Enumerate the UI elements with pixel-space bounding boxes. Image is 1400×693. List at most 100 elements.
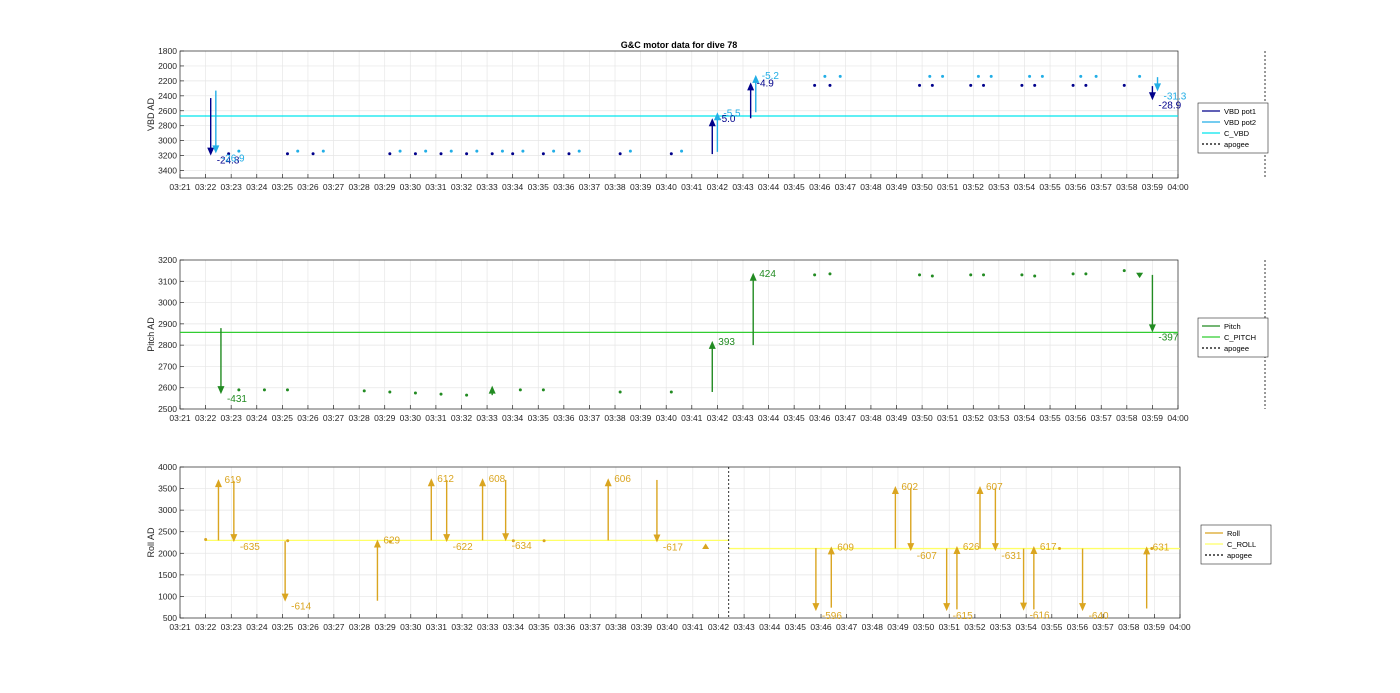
- x-tick-label: 03:34: [503, 622, 525, 632]
- x-tick-label: 03:50: [911, 182, 933, 192]
- data-point: [969, 83, 973, 87]
- data-point: [1057, 547, 1061, 551]
- x-tick-label: 03:37: [580, 622, 602, 632]
- x-tick-label: 03:22: [195, 182, 217, 192]
- arrow-head: [1030, 545, 1038, 554]
- x-tick-label: 03:32: [451, 622, 473, 632]
- legend-entry: apogee: [1224, 344, 1249, 353]
- data-point: [1084, 83, 1088, 87]
- x-tick-label: 03:59: [1142, 413, 1164, 423]
- legend-entry: apogee: [1224, 140, 1249, 149]
- x-tick-label: 03:42: [707, 413, 729, 423]
- data-point: [618, 152, 622, 156]
- data-point: [1094, 74, 1098, 78]
- x-tick-label: 03:49: [886, 182, 908, 192]
- annotation-label: -617: [663, 543, 683, 554]
- data-point: [541, 388, 545, 392]
- x-tick-label: 03:46: [809, 182, 831, 192]
- legend-entry: Roll: [1227, 529, 1240, 538]
- y-tick-label: 2700: [158, 361, 177, 371]
- annotation-label: -616: [1030, 611, 1050, 622]
- x-tick-label: 03:54: [1014, 413, 1036, 423]
- x-tick-label: 03:36: [554, 622, 576, 632]
- arrow-head: [604, 478, 612, 487]
- annotation-label: -5.2: [762, 71, 780, 82]
- data-point: [552, 149, 556, 153]
- y-tick-label: 500: [163, 613, 177, 623]
- data-point: [465, 393, 469, 397]
- data-point: [449, 149, 453, 153]
- x-tick-label: 03:49: [887, 622, 909, 632]
- data-point: [1071, 83, 1075, 87]
- x-tick-label: 03:22: [195, 622, 217, 632]
- annotation-label: -26.9: [222, 153, 245, 164]
- arrow-head: [427, 478, 435, 487]
- annotation-label: -607: [917, 551, 937, 562]
- x-tick-label: 03:54: [1014, 182, 1036, 192]
- x-tick-label: 03:58: [1118, 622, 1140, 632]
- x-tick-label: 04:00: [1167, 182, 1189, 192]
- x-tick-label: 03:50: [913, 622, 935, 632]
- x-tick-label: 03:32: [451, 182, 473, 192]
- x-tick-label: 03:57: [1091, 413, 1113, 423]
- x-tick-label: 03:58: [1116, 182, 1138, 192]
- data-point: [388, 152, 392, 156]
- x-tick-label: 03:28: [349, 622, 371, 632]
- y-tick-label: 2600: [158, 383, 177, 393]
- x-tick-label: 03:49: [886, 413, 908, 423]
- data-point: [628, 149, 632, 153]
- x-tick-label: 03:54: [1016, 622, 1038, 632]
- data-point: [828, 272, 832, 276]
- x-tick-label: 03:42: [707, 182, 729, 192]
- y-tick-label: 2600: [158, 106, 177, 116]
- x-tick-label: 03:40: [657, 622, 679, 632]
- y-tick-label: 1800: [158, 46, 177, 56]
- data-point: [1122, 83, 1126, 87]
- arrow-head: [812, 603, 820, 612]
- x-tick-label: 03:31: [425, 182, 447, 192]
- data-point: [424, 149, 428, 153]
- y-axis-label: Pitch AD: [146, 317, 156, 352]
- x-tick-label: 03:39: [630, 182, 652, 192]
- data-point: [1033, 83, 1037, 87]
- data-point: [511, 152, 515, 156]
- legend-entry: C_PITCH: [1224, 333, 1256, 342]
- arrow-head: [749, 272, 757, 281]
- data-point: [1138, 74, 1142, 78]
- annotation-label: 626: [963, 542, 980, 553]
- figure: G&C motor data for dive 78 03:21 03:22 03:…: [146, 40, 1272, 632]
- annotation-label: -635: [240, 542, 260, 553]
- x-tick-label: 03:37: [579, 182, 601, 192]
- x-tick-label: 03:24: [246, 622, 268, 632]
- data-point: [413, 152, 417, 156]
- y-tick-label: 2200: [158, 76, 177, 86]
- x-tick-label: 03:36: [553, 413, 575, 423]
- x-tick-label: 03:43: [732, 413, 754, 423]
- data-point: [930, 83, 934, 87]
- data-point: [669, 390, 673, 394]
- data-point: [982, 83, 986, 87]
- annotation-label: 631: [1153, 542, 1170, 553]
- y-tick-label: 3200: [158, 151, 177, 161]
- annotation-label: 393: [718, 337, 735, 348]
- x-tick-label: 03:53: [988, 413, 1010, 423]
- annotation-label: 607: [986, 482, 1003, 493]
- y-tick-label: 3000: [158, 136, 177, 146]
- arrow-head: [953, 545, 961, 554]
- x-tick-label: 03:59: [1144, 622, 1166, 632]
- x-tick-label: 03:52: [963, 182, 985, 192]
- arrow-head: [702, 543, 710, 549]
- annotation-label: 612: [437, 474, 454, 485]
- x-tick-label: 03:34: [502, 413, 524, 423]
- annotation-label: -397: [1158, 332, 1178, 343]
- annotation-label: 619: [224, 475, 241, 486]
- x-tick-label: 03:52: [963, 413, 985, 423]
- x-tick-label: 03:46: [809, 413, 831, 423]
- legend-entry: VBD pot1: [1224, 107, 1256, 116]
- annotation-label: 602: [901, 482, 918, 493]
- annotation-label: 629: [383, 535, 400, 546]
- data-point: [1071, 272, 1075, 276]
- legend-entry: Pitch: [1224, 322, 1241, 331]
- x-tick-label: 03:59: [1142, 182, 1164, 192]
- data-point: [388, 390, 392, 394]
